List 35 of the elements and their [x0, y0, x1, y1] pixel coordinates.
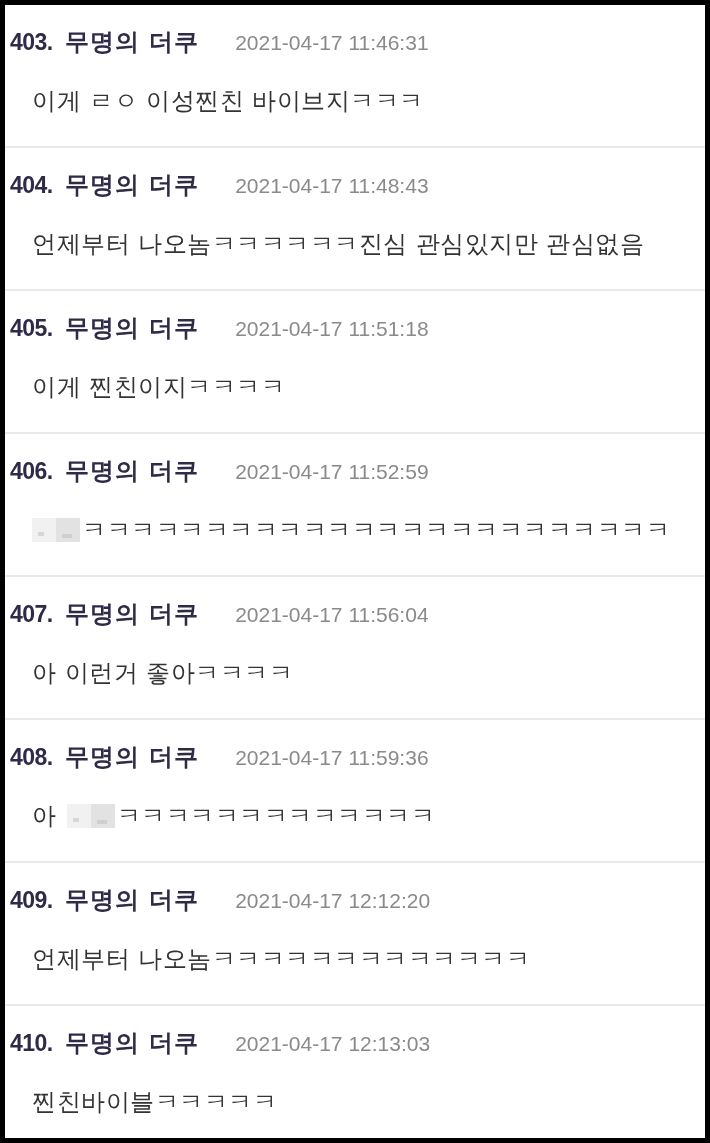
comment-time: 2021-04-17 11:46:31	[235, 30, 429, 56]
comment-number: 410.	[10, 1029, 53, 1057]
author-name: 무명의 더쿠	[64, 1029, 200, 1057]
comment-time: 2021-04-17 11:48:43	[235, 173, 429, 199]
comment-text: ㅋㅋㅋㅋㅋㅋㅋㅋㅋㅋㅋㅋㅋㅋㅋㅋㅋㅋㅋㅋㅋㅋㅋㅋ	[82, 516, 670, 544]
comment-time: 2021-04-17 11:59:36	[235, 745, 429, 771]
comment-text: 이게 ㄹㅇ 이성찐친 바이브지ㅋㅋㅋ	[32, 87, 424, 115]
comment-text: 언제부터 나오놈ㅋㅋㅋㅋㅋㅋ진심 관심있지만 관심없음	[32, 230, 645, 258]
author-name: 무명의 더쿠	[64, 743, 200, 771]
comment-number: 407.	[10, 600, 53, 628]
comment-number: 405.	[10, 314, 53, 342]
pixel-blur-icon	[32, 518, 80, 542]
comment-number: 404.	[10, 171, 53, 199]
comment-time: 2021-04-17 12:12:20	[235, 888, 431, 914]
comment-number: 408.	[10, 743, 53, 771]
comment-text: 언제부터 나오놈ㅋㅋㅋㅋㅋㅋㅋㅋㅋㅋㅋㅋㅋ	[32, 945, 531, 973]
author-name: 무명의 더쿠	[64, 600, 200, 628]
comment-text: ㅋㅋㅋㅋㅋㅋㅋㅋㅋㅋㅋㅋㅋ	[116, 802, 435, 830]
comment-text: 이게 찐친이지ㅋㅋㅋㅋ	[32, 373, 286, 401]
author-name: 무명의 더쿠	[64, 457, 200, 485]
author-name: 무명의 더쿠	[64, 886, 200, 914]
comment-number: 409.	[10, 886, 53, 914]
comment-text: 찐친바이블ㅋㅋㅋㅋㅋ	[32, 1088, 277, 1116]
comment-time: 2021-04-17 11:56:04	[235, 602, 429, 628]
comment-text: 아 이런거 좋아ㅋㅋㅋㅋ	[32, 659, 294, 687]
comment-time: 2021-04-17 11:52:59	[235, 459, 429, 485]
pixel-blur-icon	[66, 804, 115, 828]
author-name: 무명의 더쿠	[64, 28, 200, 56]
comment-time: 2021-04-17 11:51:18	[235, 316, 429, 342]
author-name: 무명의 더쿠	[64, 314, 200, 342]
comment-number: 403.	[10, 28, 53, 56]
comment-text: 아	[32, 802, 57, 830]
comment-number: 406.	[10, 457, 53, 485]
comment-time: 2021-04-17 12:13:03	[235, 1031, 431, 1057]
author-name: 무명의 더쿠	[64, 171, 200, 199]
